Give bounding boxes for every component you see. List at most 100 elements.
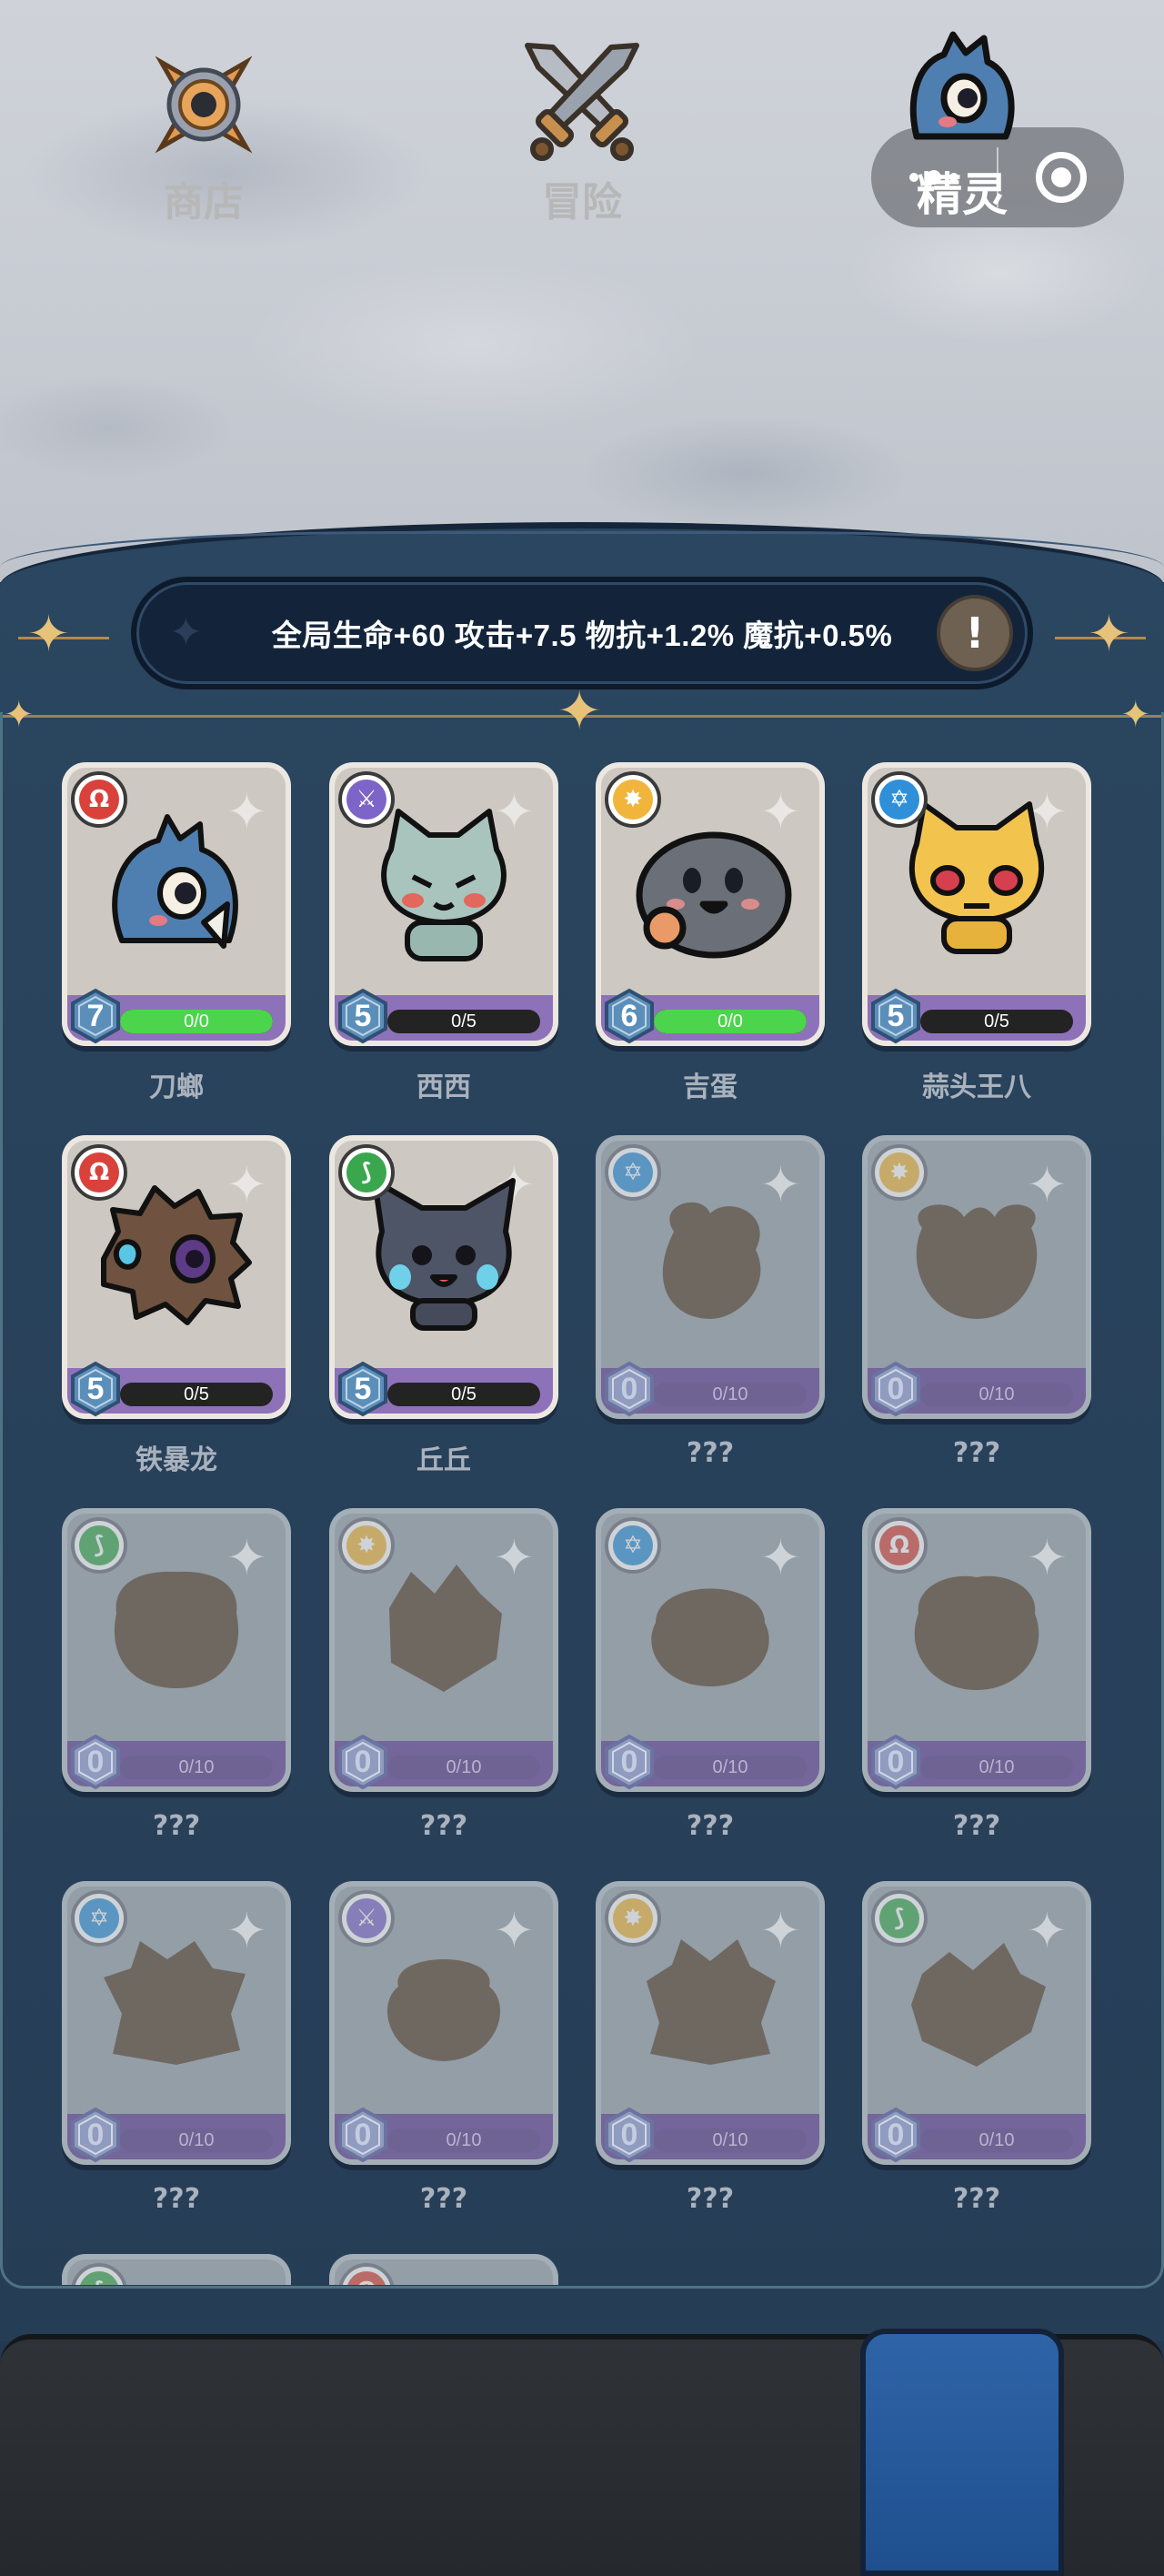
spirit-card[interactable]: ✦ ✡ 0 0/10: [596, 1135, 825, 1419]
sparkle-icon: ✦: [1088, 605, 1130, 664]
info-button[interactable]: !: [937, 595, 1013, 671]
element-green-icon: ⟆: [338, 1144, 395, 1201]
progress-text: 0/5: [984, 1011, 1009, 1031]
level-badge: 0: [69, 1734, 122, 1790]
nav-spirit-label: 精灵: [917, 168, 1008, 221]
spirit-slot[interactable]: ✦ ✡ 0 0/10 ???: [62, 1881, 291, 2215]
spirit-card[interactable]: ✦ ✸ 6 0/0: [596, 762, 825, 1046]
progress-text: 0/10: [978, 1384, 1015, 1404]
spirit-slot[interactable]: ✦ Ω 0 0/10 ???: [862, 1508, 1091, 1842]
spirit-slot[interactable]: ✦ ⚔ 5 0/5 西西: [329, 762, 558, 1104]
nav-adventure[interactable]: 冒险: [491, 0, 673, 242]
spirit-name: ???: [152, 2183, 201, 2215]
spirit-card[interactable]: ✦ ⚔ 0 0/10: [329, 1881, 558, 2165]
spirit-name: 丘丘: [416, 1444, 471, 1476]
spirit-card[interactable]: ✦ ✸ 0 0/10: [596, 1881, 825, 2165]
spirit-icon: [909, 31, 1015, 140]
spirit-slot[interactable]: ✦ ✡ 5 0/5 蒜头王八: [862, 762, 1091, 1104]
element-red-icon: Ω: [71, 1144, 127, 1201]
shard-progress-bar: 0/10: [387, 1756, 540, 1779]
spirit-slot[interactable]: ✦ ✸ 6 0/0 吉蛋: [596, 762, 825, 1104]
progress-text: 0/5: [184, 1384, 209, 1404]
element-blue-icon: ✡: [71, 1890, 127, 1947]
element-blue-icon: ✡: [605, 1144, 661, 1201]
spirit-slot[interactable]: ✦ ✸ 0 0/10 ???: [862, 1135, 1091, 1469]
nav-spirit[interactable]: 精灵: [871, 0, 1053, 242]
progress-text: 0/10: [178, 1756, 215, 1777]
spirit-card[interactable]: ✦ ✡ 5 0/5: [862, 762, 1091, 1046]
spirit-slot[interactable]: ✦ ⟆ 0 0/10 ???: [62, 1508, 291, 1842]
spirit-card[interactable]: ✦ ⟆ 5 0/5: [329, 1135, 558, 1419]
spirit-slot[interactable]: ✦ Ω 7 0/0 刀螂: [62, 762, 291, 1104]
level-badge: 0: [336, 2107, 389, 2163]
level-value: 0: [620, 1744, 638, 1779]
spirit-card[interactable]: ✦ ⟆ 0 0/10: [62, 1508, 291, 1792]
spirit-slot[interactable]: ✦ ✡ 0 0/10 ???: [596, 1135, 825, 1469]
spirit-slot[interactable]: ✦ ✡ 0 0/10 ???: [596, 1508, 825, 1842]
element-red-icon: Ω: [871, 1517, 928, 1574]
progress-text: 0/5: [451, 1384, 477, 1404]
element-blue-icon: ✡: [871, 771, 928, 828]
level-value: 0: [620, 1371, 638, 1406]
level-badge: 0: [869, 2107, 922, 2163]
global-bonus-text: 全局生命+60 攻击+7.5 物抗+1.2% 魔抗+0.5%: [271, 619, 893, 652]
spirit-name: ???: [686, 1437, 735, 1469]
shard-progress-bar: 0/10: [920, 1383, 1073, 1406]
spirit-slot[interactable]: ✦ ⟆ 5 0/5: [329, 1135, 558, 1477]
element-red-icon: Ω: [71, 771, 127, 828]
level-value: 0: [354, 1744, 372, 1779]
spirit-slot[interactable]: ✦ ⟆: [62, 2254, 291, 2285]
spirit-slot[interactable]: ✦ Ω: [329, 2254, 558, 2285]
spirit-card[interactable]: ✦ ✸ 0 0/10: [329, 1508, 558, 1792]
bar-star-icon: ✦: [169, 609, 203, 656]
spirit-name: 刀螂: [149, 1072, 204, 1103]
nav-shop[interactable]: 商店: [113, 0, 295, 242]
progress-text: 0/10: [978, 2129, 1015, 2150]
spirit-slot[interactable]: ✦ ✸ 0 0/10 ???: [329, 1508, 558, 1842]
shop-compass-icon: [155, 55, 253, 154]
progress-text: 0/0: [717, 1011, 743, 1031]
level-value: 5: [86, 1371, 105, 1406]
element-yellow-icon: ✸: [605, 1890, 661, 1947]
panel-rim: [0, 531, 1164, 568]
spirit-card[interactable]: ✦ ⚔ 5 0/5: [329, 762, 558, 1046]
spirit-card[interactable]: ✦ ✡ 0 0/10: [596, 1508, 825, 1792]
shard-progress-bar: 0/0: [120, 1010, 273, 1033]
spirit-card[interactable]: ✦ Ω 5 0/5: [62, 1135, 291, 1419]
element-yellow-icon: ✸: [338, 1517, 395, 1574]
spirit-slot[interactable]: ✦ ⟆ 0 0/10 ???: [862, 1881, 1091, 2215]
level-badge: 5: [336, 988, 389, 1044]
element-green-icon: ⟆: [871, 1890, 928, 1947]
crossed-swords-icon: [525, 43, 639, 161]
level-value: 0: [620, 2117, 638, 2152]
nav-shop-label: 商店: [164, 179, 244, 226]
shard-progress-bar: 0/10: [920, 2128, 1073, 2152]
level-badge: 0: [869, 1361, 922, 1417]
nav-active-highlight: [860, 2329, 1064, 2576]
level-badge: 6: [603, 988, 656, 1044]
spirit-card[interactable]: ✦ ⟆: [62, 2254, 291, 2285]
spirit-slot[interactable]: ✦ ⚔ 0 0/10 ???: [329, 1881, 558, 2215]
spirit-card[interactable]: ✦ Ω 7 0/0: [62, 762, 291, 1046]
level-badge: 5: [869, 988, 922, 1044]
spirit-slot[interactable]: ✦ ✸ 0 0/10 ???: [596, 1881, 825, 2215]
level-value: 7: [86, 998, 105, 1033]
spirit-card[interactable]: ✦ ✡ 0 0/10: [62, 1881, 291, 2165]
shard-progress-bar: 0/10: [920, 1756, 1073, 1779]
spirit-card[interactable]: ✦ ✸ 0 0/10: [862, 1135, 1091, 1419]
spirit-card[interactable]: ✦ Ω 0 0/10: [862, 1508, 1091, 1792]
spirit-name: ???: [419, 1810, 468, 1842]
level-badge: 7: [69, 988, 122, 1044]
progress-text: 0/0: [184, 1011, 209, 1031]
shard-progress-bar: 0/5: [387, 1383, 540, 1406]
spirit-card[interactable]: ✦ Ω: [329, 2254, 558, 2285]
level-value: 0: [887, 2117, 905, 2152]
nav-adventure-label: 冒险: [542, 179, 622, 226]
level-value: 0: [887, 1371, 905, 1406]
shard-progress-bar: 0/5: [920, 1010, 1073, 1033]
spirit-grid[interactable]: ✦ Ω 7 0/0 刀螂 ✦ ⚔ 5 0/5 西西 ✦ ✸ 6 0/0 吉蛋 ✦…: [0, 728, 1164, 2285]
spirit-slot[interactable]: ✦ Ω 5 0/5 铁暴龙: [62, 1135, 291, 1477]
spirit-card[interactable]: ✦ ⟆ 0 0/10: [862, 1881, 1091, 2165]
shard-progress-bar: 0/10: [120, 1756, 273, 1779]
progress-text: 0/10: [178, 2129, 215, 2150]
